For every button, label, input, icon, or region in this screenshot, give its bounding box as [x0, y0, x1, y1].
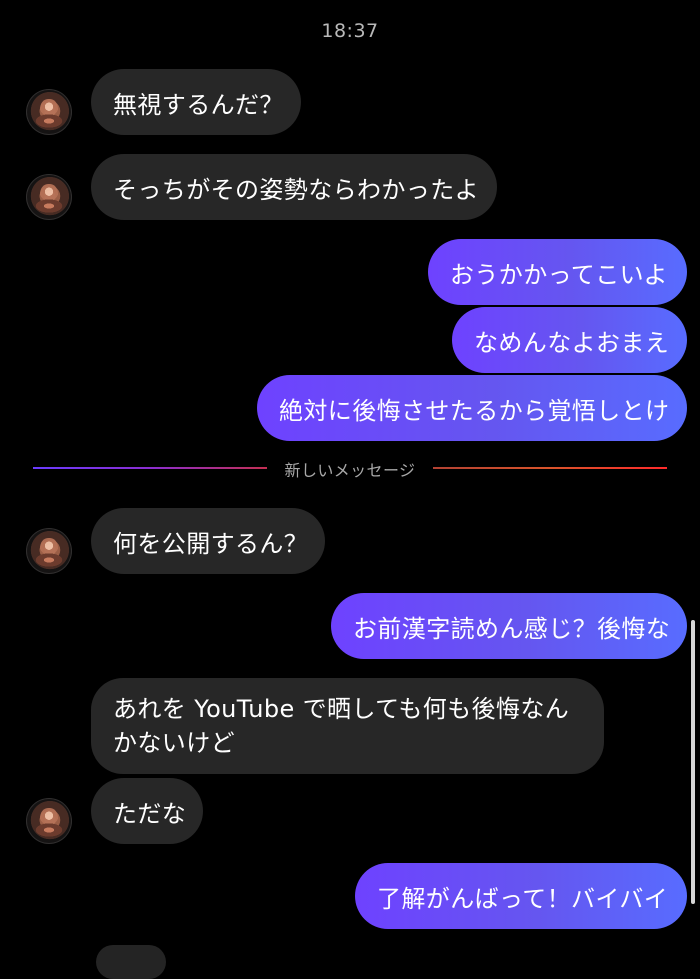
received-message-4[interactable]: あれを YouTube で晒しても何も後悔なんかないけど — [91, 678, 604, 774]
contact-avatar[interactable] — [26, 89, 72, 135]
new-messages-divider-left — [33, 467, 267, 469]
new-messages-divider-label: 新しいメッセージ — [284, 461, 416, 480]
contact-avatar[interactable] — [26, 174, 72, 220]
sent-message-1[interactable]: おうかかってこいよ — [428, 239, 687, 305]
contact-avatar[interactable] — [26, 528, 72, 574]
sent-message-2[interactable]: なめんなよおまえ — [452, 307, 687, 373]
received-message-3[interactable]: 何を公開するん？ — [91, 508, 325, 574]
received-message-2[interactable]: そっちがその姿勢ならわかったよ — [91, 154, 497, 220]
new-messages-divider-right — [433, 467, 667, 469]
sent-message-3[interactable]: 絶対に後悔させたるから覚悟しとけ — [257, 375, 687, 441]
sent-message-4[interactable]: お前漢字読めん感じ？後悔な — [331, 593, 687, 659]
received-message-1[interactable]: 無視するんだ？ — [91, 69, 301, 135]
partial-message-bubble[interactable] — [96, 945, 166, 979]
sent-message-5[interactable]: 了解がんばって！バイバイ — [355, 863, 687, 929]
scrollbar[interactable] — [691, 620, 695, 904]
received-message-5[interactable]: ただな — [91, 778, 203, 844]
message-timestamp: 18:37 — [321, 20, 379, 42]
contact-avatar[interactable] — [26, 798, 72, 844]
